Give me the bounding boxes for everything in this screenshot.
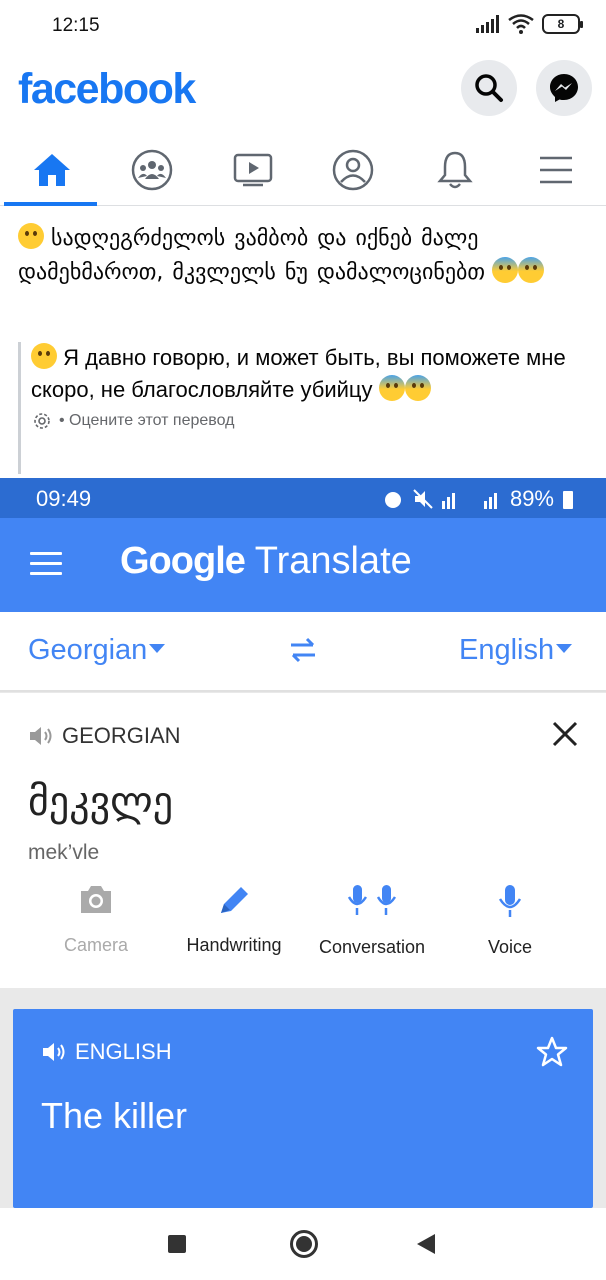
tab-home[interactable] [4, 136, 99, 204]
active-tab-indicator [4, 202, 97, 206]
tab-bar [0, 136, 606, 206]
conversation-button[interactable]: Conversation [307, 883, 437, 958]
gt-status-time: 09:49 [36, 486, 92, 511]
camera-icon [81, 886, 111, 913]
recent-apps-icon[interactable] [167, 1234, 187, 1254]
handwriting-label: Handwriting [186, 935, 282, 955]
home-button-icon[interactable] [289, 1229, 319, 1259]
video-icon [233, 153, 272, 187]
translation-result-card[interactable]: ENGLISH The killer [13, 1009, 593, 1208]
dropdown-arrow-icon [149, 644, 166, 653]
messenger-icon [550, 74, 578, 102]
source-text[interactable]: მეკვლე [28, 779, 173, 825]
target-label: ENGLISH [41, 1039, 172, 1065]
bell-icon [436, 151, 473, 189]
post: სადღეგრძელოს ვამბობ და იქნებ მალე დამეხმ… [18, 222, 593, 290]
hamburger-icon [539, 156, 572, 184]
fearful-emoji-icon [518, 257, 545, 283]
signal-icon [476, 15, 499, 33]
conversation-label: Conversation [318, 937, 426, 957]
input-tools: Camera Handwriting Conversation Voice [0, 883, 606, 983]
pen-icon [221, 887, 248, 913]
battery-icon [563, 491, 573, 509]
google-translate-screenshot: 09:49 89% Google Translate Georgian Engl… [0, 478, 606, 1208]
language-bar: Georgian English [0, 612, 606, 692]
facebook-logo[interactable]: facebook [18, 65, 196, 114]
messenger-button[interactable] [536, 60, 592, 116]
android-nav-bar [0, 1208, 606, 1280]
translation-body: Я давно говорю, и может быть, вы поможет… [31, 345, 566, 402]
fearful-emoji-icon [404, 375, 431, 401]
status-bar: 12:15 8 [0, 0, 606, 52]
back-icon[interactable] [416, 1233, 436, 1255]
thinking-emoji-icon [31, 343, 57, 369]
post-text: სადღეგრძელოს ვამბობ და იქნებ მალე დამეხმ… [18, 222, 593, 290]
source-input-card[interactable]: GEORGIAN მეკვლე mek’vle Camera Handwriti [0, 693, 606, 988]
status-time: 12:15 [52, 15, 100, 36]
camera-label: Camera [63, 935, 129, 955]
gt-battery: 89% [509, 486, 554, 511]
tab-groups[interactable] [104, 136, 199, 204]
gt-status-bar: 09:49 89% [0, 478, 606, 518]
translation-output: The killer [41, 1095, 188, 1136]
groups-icon [131, 149, 172, 191]
conversation-icon [347, 885, 397, 915]
target-language-select[interactable]: English [459, 634, 573, 667]
speaker-icon[interactable] [41, 1041, 67, 1063]
source-transliteration: mek’vle [28, 841, 100, 864]
tab-profile[interactable] [305, 136, 400, 204]
voice-label: Voice [487, 937, 533, 957]
alarm-icon [384, 492, 401, 508]
speaker-icon[interactable] [28, 725, 54, 747]
tab-notifications[interactable] [407, 136, 502, 204]
search-button[interactable] [461, 60, 517, 116]
dropdown-arrow-icon [556, 644, 573, 653]
tab-menu[interactable] [508, 136, 603, 204]
profile-icon [332, 149, 373, 191]
signal-icon [441, 493, 497, 509]
source-language-select[interactable]: Georgian [28, 634, 166, 667]
thinking-emoji-icon [18, 223, 44, 249]
microphone-icon [498, 885, 522, 917]
facebook-header: facebook [0, 56, 606, 126]
handwriting-button[interactable]: Handwriting [169, 883, 299, 956]
status-icons: 8 [476, 14, 583, 34]
translation-text: Я давно говорю, и может быть, вы поможет… [31, 342, 578, 406]
mute-icon [413, 489, 433, 509]
search-icon [475, 74, 503, 102]
star-icon[interactable] [535, 1035, 569, 1069]
fearful-emoji-icon [378, 375, 405, 401]
gt-toolbar: Google Translate [0, 518, 606, 612]
rate-translation-label[interactable]: • Оцените этот перевод [59, 412, 234, 430]
gt-app-title: Google Translate [120, 540, 412, 582]
hamburger-icon[interactable] [30, 552, 62, 578]
camera-button[interactable]: Camera [31, 883, 161, 956]
gear-icon [34, 413, 50, 429]
battery-icon: 8 [542, 14, 583, 34]
swap-languages-icon[interactable] [287, 636, 319, 664]
fearful-emoji-icon [492, 257, 519, 283]
voice-button[interactable]: Voice [445, 883, 575, 958]
home-icon [33, 154, 70, 186]
post-body: სადღეგრძელოს ვამბობ და იქნებ მალე დამეხმ… [18, 226, 486, 285]
wifi-icon [508, 14, 534, 34]
tab-watch[interactable] [205, 136, 300, 204]
close-icon[interactable] [550, 719, 580, 749]
post-translation: Я давно говорю, и может быть, вы поможет… [18, 342, 578, 474]
source-label: GEORGIAN [28, 723, 181, 749]
rate-translation[interactable]: • Оцените этот перевод [31, 410, 578, 432]
gt-status-icons: 89% [382, 486, 574, 512]
